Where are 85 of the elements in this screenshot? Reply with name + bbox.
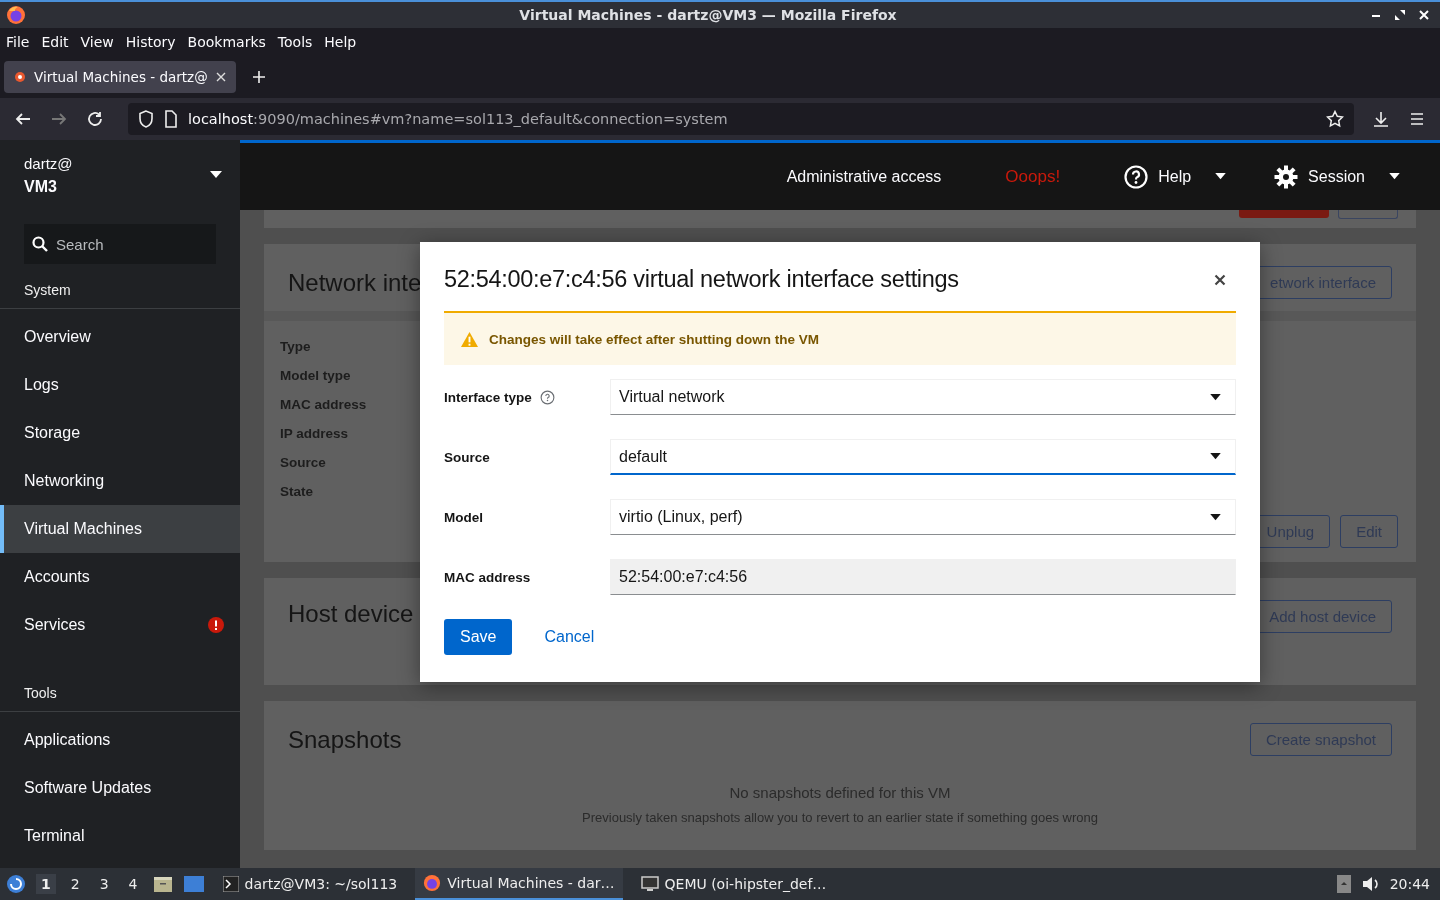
favicon-icon — [14, 71, 26, 83]
menu-item[interactable]: Bookmarks — [187, 34, 266, 50]
menu-item[interactable]: Edit — [41, 34, 69, 50]
app-menu-icon[interactable] — [6, 874, 26, 894]
input-field[interactable]: 52:54:00:e7:c4:56 — [610, 559, 1236, 595]
caret-icon — [1210, 453, 1221, 460]
folder-icon[interactable] — [152, 875, 173, 893]
menu-icon[interactable] — [1408, 110, 1426, 128]
card-title: Network inte — [288, 268, 422, 297]
workspace-button[interactable]: 2 — [65, 874, 85, 894]
maximize-icon[interactable] — [1394, 9, 1406, 21]
sidebar-item[interactable]: Virtual Machines — [0, 505, 240, 553]
plus-icon[interactable] — [251, 70, 266, 84]
workspace-button[interactable]: 3 — [94, 874, 114, 894]
sidebar-item[interactable]: Storage — [0, 409, 240, 457]
clock: 20:44 — [1389, 876, 1430, 892]
field-label: Interface type — [444, 389, 532, 405]
caret-icon — [210, 171, 222, 179]
help-menu[interactable]: Help — [1124, 164, 1227, 189]
reload-icon[interactable] — [86, 110, 104, 128]
star-icon[interactable] — [1326, 110, 1344, 128]
sidebar-item[interactable]: Accounts — [0, 553, 240, 601]
caret-icon — [1210, 393, 1221, 401]
download-icon[interactable] — [1372, 110, 1390, 128]
sidebar-item[interactable]: Applications — [0, 716, 240, 764]
select-field[interactable]: default — [610, 439, 1236, 475]
field-label: Source — [280, 454, 327, 472]
sidebar-item[interactable]: Overview — [0, 313, 240, 361]
monitor-icon — [640, 876, 659, 892]
sidebar-item[interactable]: Services — [0, 601, 240, 649]
field-label: IP address — [280, 425, 350, 443]
card-title: Snapshots — [288, 725, 402, 754]
field-label: MAC address — [280, 396, 367, 414]
sidebar-item[interactable]: Networking — [0, 457, 240, 505]
menu-item[interactable]: Tools — [277, 34, 313, 50]
address-bar[interactable]: localhost:9090/machines#vm?name=sol113_default&connection=system — [128, 103, 1354, 135]
menu-item[interactable]: History — [125, 34, 176, 50]
taskbar-button[interactable]: QEMU (oi-hipster_def… — [632, 868, 835, 900]
sidebar-item[interactable]: Logs — [0, 361, 240, 409]
page-icon — [164, 110, 178, 128]
warning-icon — [460, 330, 479, 348]
cancel-button[interactable]: Cancel — [528, 619, 611, 655]
field-label: Source — [444, 449, 490, 465]
field-label: Model — [444, 509, 483, 525]
field-label: Model type — [280, 367, 352, 385]
sidebar-item[interactable]: Software Updates — [0, 764, 240, 812]
workspace-button[interactable]: 1 — [36, 874, 56, 894]
field-label: Type — [280, 338, 312, 356]
menu-item[interactable]: File — [6, 34, 30, 50]
search-icon — [32, 236, 48, 252]
select-field[interactable]: virtio (Linux, perf) — [610, 499, 1236, 535]
session-menu[interactable]: Session — [1274, 164, 1400, 189]
gear-icon — [1274, 164, 1299, 189]
caret-icon — [1210, 513, 1221, 521]
field-label: State — [280, 483, 314, 501]
help-icon[interactable] — [539, 389, 555, 405]
battery-icon — [1335, 874, 1352, 894]
firefox-logo-icon — [423, 874, 442, 892]
menu-item[interactable]: Help — [324, 34, 357, 50]
menu-item[interactable]: View — [80, 34, 114, 50]
error-label: Ooops! — [1005, 166, 1061, 187]
desktop-icon[interactable] — [182, 875, 205, 893]
workspace-button[interactable]: 4 — [123, 874, 143, 894]
caret-icon — [1389, 173, 1400, 180]
field-label: MAC address — [444, 569, 531, 585]
card-title: Host device — [288, 600, 414, 628]
window-title: Virtual Machines - dartz@VM3 — Mozilla Firefox — [518, 7, 898, 23]
sidebar-item[interactable]: Terminal — [0, 812, 240, 860]
taskbar-button[interactable]: dartz@VM3: ~/sol113 — [214, 868, 406, 900]
dialog-title: 52:54:00:e7:c4:56 virtual network interface settings — [444, 266, 959, 293]
alert-text: Changes will take effect after shutting down the VM — [489, 331, 820, 347]
search-field[interactable]: Search — [24, 224, 216, 264]
close-icon[interactable] — [1214, 273, 1226, 286]
help-icon — [1124, 164, 1149, 189]
terminal-icon — [222, 876, 239, 892]
access-label[interactable]: Administrative access — [786, 167, 942, 186]
firefox-logo-icon — [6, 5, 26, 25]
save-button[interactable]: Save — [444, 619, 513, 655]
host-switcher[interactable]: dartz@ VM3 — [0, 140, 240, 210]
browser-tab[interactable]: Virtual Machines - dartz@ — [4, 61, 236, 93]
select-field[interactable]: Virtual network — [610, 379, 1236, 415]
taskbar-button[interactable]: Virtual Machines - dar… — [415, 868, 623, 900]
volume-icon[interactable] — [1361, 876, 1380, 892]
shield-icon[interactable] — [138, 110, 154, 128]
caret-icon — [1215, 173, 1227, 180]
